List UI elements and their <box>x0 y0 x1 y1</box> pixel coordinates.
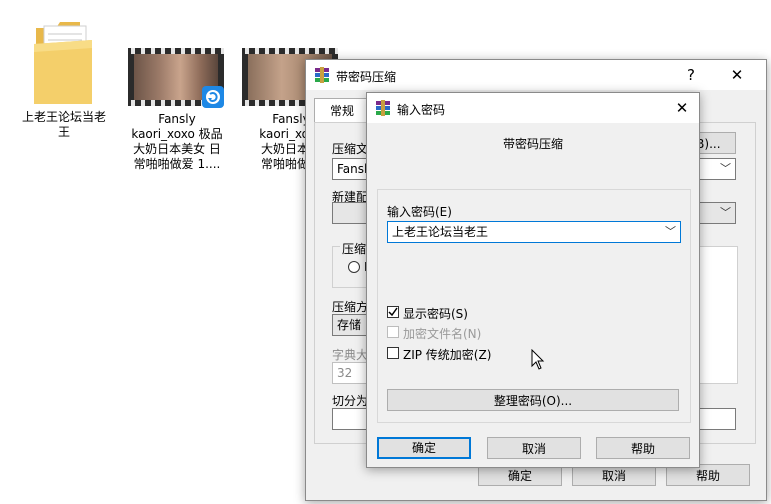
dialog-heading: 带密码压缩 <box>502 137 563 151</box>
encrypt-filenames-checkbox[interactable] <box>387 326 399 338</box>
sync-badge-icon <box>202 86 224 108</box>
password-label: 输入密码(E) <box>387 205 452 219</box>
close-icon[interactable]: ✕ <box>671 97 693 119</box>
video-1-label: Fansly kaori_xoxo 极品 大奶日本美女 日 常啪啪做爱 1...… <box>131 112 223 171</box>
archive-dialog-titlebar[interactable]: 带密码压缩 ? ✕ <box>306 60 766 90</box>
password-cancel-button[interactable]: 取消 <box>487 437 581 459</box>
zip-legacy-label: ZIP 传统加密(Z) <box>403 348 492 362</box>
folder-label: 上老王论坛当老 王 <box>21 110 106 139</box>
mouse-cursor-icon <box>531 349 545 370</box>
compression-method-label: 压缩方 <box>332 300 369 314</box>
folder-icon <box>34 22 92 104</box>
chevron-down-icon: ﹀ <box>665 225 676 238</box>
winrar-icon <box>376 100 390 116</box>
format-radio[interactable] <box>348 261 360 273</box>
organize-passwords-button[interactable]: 整理密码(O)... <box>387 389 679 411</box>
options-box <box>696 246 738 384</box>
dict-size-label: 字典大 <box>332 348 369 362</box>
close-icon[interactable]: ✕ <box>726 64 748 86</box>
chevron-down-icon: ﹀ <box>720 162 731 175</box>
desktop-item-folder[interactable]: 上老王论坛当老 王 <box>14 18 114 148</box>
chevron-down-icon: ﹀ <box>720 206 731 219</box>
help-icon[interactable]: ? <box>680 64 702 86</box>
archive-name-label: 压缩文 <box>332 142 369 156</box>
password-help-button[interactable]: 帮助 <box>596 437 690 459</box>
password-input[interactable]: 上老王论坛当老王 ﹀ <box>387 221 681 243</box>
tab-general[interactable]: 常规 <box>314 98 370 123</box>
check-icon <box>388 307 398 317</box>
password-dialog: 输入密码 ✕ 带密码压缩 输入密码(E) 上老王论坛当老王 ﹀ 显示密码(S) … <box>366 92 700 468</box>
password-dialog-title: 输入密码 <box>397 103 446 117</box>
password-ok-button[interactable]: 确定 <box>377 437 471 459</box>
split-label: 切分为 <box>332 394 369 408</box>
encrypt-filenames-label: 加密文件名(N) <box>403 327 482 341</box>
archive-dialog-title: 带密码压缩 <box>336 70 397 84</box>
desktop-item-video-1[interactable]: Fansly kaori_xoxo 极品 大奶日本美女 日 常啪啪做爱 1...… <box>126 48 230 180</box>
winrar-icon <box>315 67 329 83</box>
show-password-label: 显示密码(S) <box>403 307 468 321</box>
show-password-checkbox[interactable] <box>387 306 399 318</box>
password-dialog-titlebar[interactable]: 输入密码 ✕ <box>367 93 699 123</box>
zip-legacy-checkbox[interactable] <box>387 347 399 359</box>
